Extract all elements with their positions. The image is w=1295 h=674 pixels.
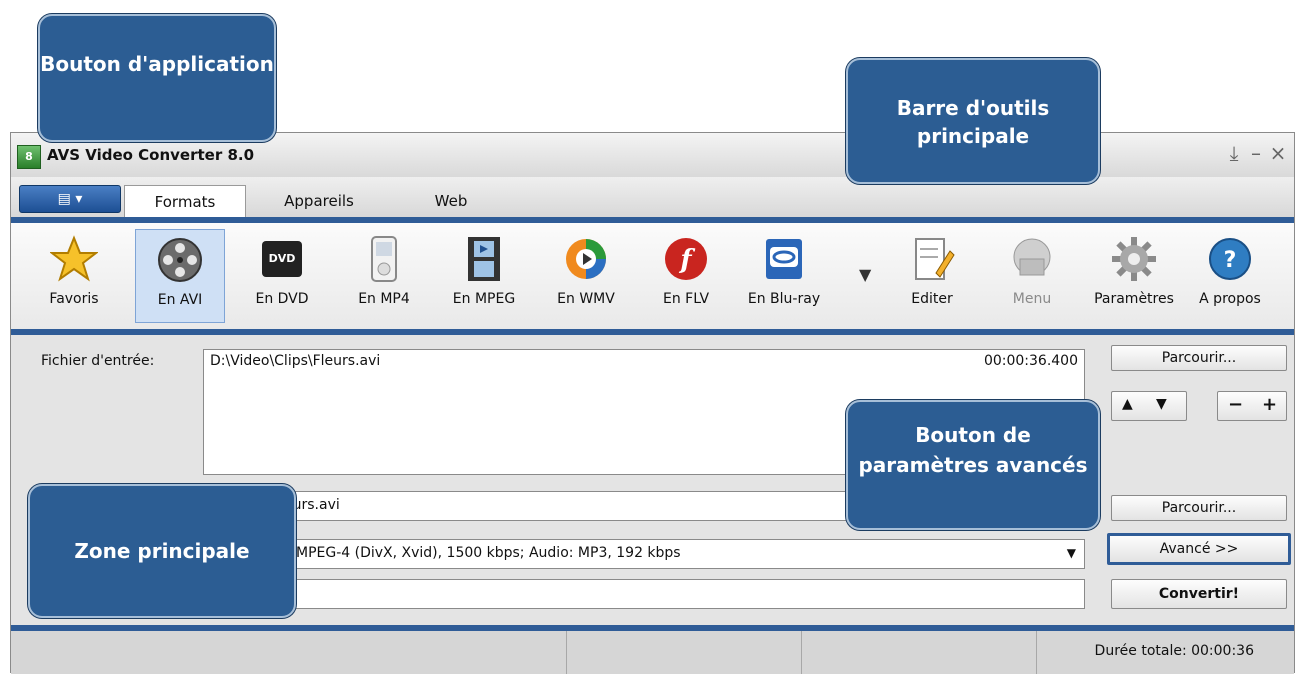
main-toolbar: Favoris En AVI DVD En DVD En MP4 En MPEG… xyxy=(11,217,1294,335)
gear-icon xyxy=(1110,235,1158,283)
ribbon-label: A propos xyxy=(1199,291,1261,307)
star-icon xyxy=(49,235,99,283)
dvd-icon: DVD xyxy=(258,235,306,283)
ribbon-button-flv[interactable]: f En FLV xyxy=(641,229,731,323)
plus-button[interactable]: + xyxy=(1262,394,1277,415)
tab-web[interactable]: Web xyxy=(411,185,491,217)
arrow-down-icon[interactable]: ▼ xyxy=(1156,396,1167,412)
status-divider xyxy=(801,631,802,674)
callout-main-zone-text: Zone principale xyxy=(74,539,250,563)
status-bar: Durée totale: 00:00:36 xyxy=(11,625,1294,674)
ribbon-button-editer[interactable]: Editer xyxy=(887,229,977,323)
ribbon-label: Menu xyxy=(1012,291,1052,307)
restore-icon[interactable]: ⤓ xyxy=(1224,141,1246,165)
chevron-down-icon: ▾ xyxy=(75,191,83,207)
svg-text:DVD: DVD xyxy=(269,252,296,265)
callout-app-button-text: Bouton d'application xyxy=(40,52,274,76)
ribbon-button-menu[interactable]: Menu xyxy=(987,229,1077,323)
window-title: AVS Video Converter 8.0 xyxy=(47,146,255,164)
ribbon-label: En AVI xyxy=(157,292,203,308)
callout-advanced-text: Bouton de paramètres avancés xyxy=(858,423,1088,477)
ribbon-label: En MP4 xyxy=(358,291,410,307)
input-file-duration: 00:00:36.400 xyxy=(983,353,1078,369)
ribbon-label: En DVD xyxy=(255,291,309,307)
film-reel-icon xyxy=(156,236,204,284)
ribbon-button-mpeg[interactable]: En MPEG xyxy=(439,229,529,323)
ribbon-label: En WMV xyxy=(557,291,615,307)
browse-output-button[interactable]: Parcourir... xyxy=(1111,495,1287,521)
profile-value: MPEG-4 (DivX, Xvid), 1500 kbps; Audio: M… xyxy=(296,545,681,561)
help-icon: ? xyxy=(1206,235,1254,283)
minimize-icon[interactable]: – xyxy=(1246,141,1268,165)
wmv-icon xyxy=(562,235,610,283)
browse-input-button[interactable]: Parcourir... xyxy=(1111,345,1287,371)
svg-text:?: ? xyxy=(1224,248,1237,273)
callout-toolbar-text: Barre d'outils principale xyxy=(896,96,1050,148)
minus-button[interactable]: − xyxy=(1228,394,1243,415)
add-remove-buttons: − + xyxy=(1217,391,1287,421)
ribbon-button-apropos[interactable]: ? A propos xyxy=(1185,229,1275,323)
ribbon-label: En Blu-ray xyxy=(747,291,821,307)
total-duration-text: Durée totale: 00:00:36 xyxy=(1094,643,1254,659)
edit-icon xyxy=(908,235,956,283)
ribbon-label: Paramètres xyxy=(1094,291,1174,307)
callout-toolbar: Barre d'outils principale xyxy=(846,58,1100,184)
chevron-down-icon: ▼ xyxy=(1066,546,1076,560)
window-controls: ⤓ – × xyxy=(1224,141,1290,165)
output-size-field xyxy=(203,579,1085,609)
callout-advanced: Bouton de paramètres avancés xyxy=(846,400,1100,530)
tab-appareils[interactable]: Appareils xyxy=(259,185,379,217)
advanced-button[interactable]: Avancé >> xyxy=(1107,533,1291,565)
convert-button[interactable]: Convertir! xyxy=(1111,579,1287,609)
ribbon-label: En FLV xyxy=(662,291,710,307)
film-strip-icon xyxy=(460,235,508,283)
bluray-icon xyxy=(760,235,808,283)
more-formats-dropdown-icon[interactable]: ▼ xyxy=(859,265,871,284)
input-file-path: D:\Video\Clips\Fleurs.avi xyxy=(210,353,381,369)
ribbon-button-dvd[interactable]: DVD En DVD xyxy=(237,229,327,323)
ribbon-button-parametres[interactable]: Paramètres xyxy=(1089,229,1179,323)
status-divider xyxy=(1036,631,1037,674)
status-divider xyxy=(566,631,567,674)
tab-formats[interactable]: Formats xyxy=(124,185,246,218)
ribbon-label: Editer xyxy=(911,291,953,307)
app-logo-icon: 8 xyxy=(17,145,41,169)
application-button[interactable]: ▤ ▾ xyxy=(19,185,121,213)
mp4-player-icon xyxy=(360,235,408,283)
close-icon[interactable]: × xyxy=(1268,141,1290,165)
callout-app-button: Bouton d'application xyxy=(38,14,276,142)
ribbon-button-avi[interactable]: En AVI xyxy=(135,229,225,323)
ribbon-button-wmv[interactable]: En WMV xyxy=(541,229,631,323)
ribbon-label: Favoris xyxy=(49,291,99,307)
ribbon-button-favoris[interactable]: Favoris xyxy=(29,229,119,323)
tab-row: ▤ ▾ Formats Appareils Web xyxy=(11,177,1294,218)
move-buttons: ▲ ▼ xyxy=(1111,391,1187,421)
ribbon-button-mp4[interactable]: En MP4 xyxy=(339,229,429,323)
callout-main-zone: Zone principale xyxy=(28,484,296,618)
app-menu-icon: ▤ xyxy=(57,191,71,207)
profile-select[interactable]: MPEG-4 (DivX, Xvid), 1500 kbps; Audio: M… xyxy=(203,539,1085,569)
flash-icon: f xyxy=(662,235,710,283)
menu-disc-icon xyxy=(1008,235,1056,283)
ribbon-button-bluray[interactable]: En Blu-ray xyxy=(739,229,829,323)
input-file-label: Fichier d'entrée: xyxy=(41,353,155,369)
arrow-up-icon[interactable]: ▲ xyxy=(1122,396,1133,412)
ribbon-label: En MPEG xyxy=(452,291,516,307)
